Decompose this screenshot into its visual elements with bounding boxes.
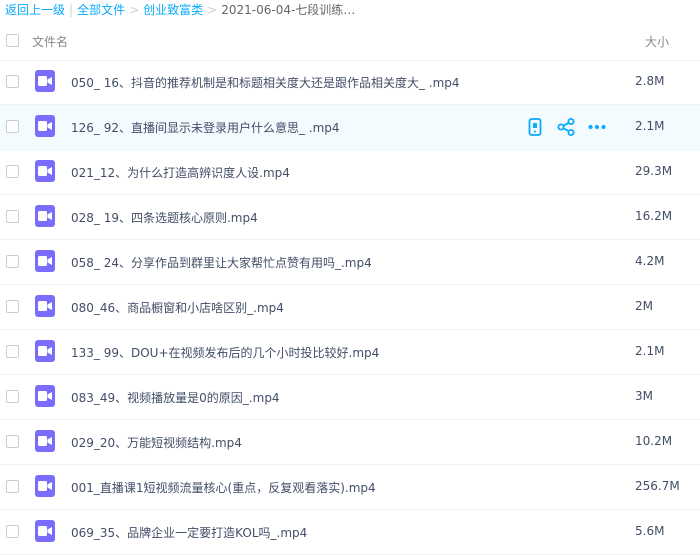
- file-row[interactable]: 133_ 99、DOU+在视频发布后的几个小时投比较好.mp4 2.1M: [0, 330, 700, 375]
- file-row[interactable]: 050_ 16、抖音的推荐机制是和标题相关度大还是跟作品相关度大_ .mp4 2.…: [0, 60, 700, 105]
- file-name[interactable]: 029_20、万能短视频结构.mp4: [71, 434, 242, 451]
- file-name[interactable]: 050_ 16、抖音的推荐机制是和标题相关度大还是跟作品相关度大_ .mp4: [71, 74, 460, 91]
- file-row[interactable]: 021_12、为什么打造高辨识度人设.mp4 29.3M: [0, 150, 700, 195]
- share-icon[interactable]: [556, 117, 576, 137]
- breadcrumb-divider: |: [69, 3, 74, 17]
- select-all-checkbox[interactable]: [6, 34, 19, 47]
- file-name[interactable]: 028_ 19、四条选题核心原则.mp4: [71, 209, 258, 226]
- video-icon: [35, 205, 55, 227]
- file-size: 256.7M: [635, 479, 680, 493]
- back-link[interactable]: 返回上一级: [5, 3, 65, 17]
- file-name[interactable]: 133_ 99、DOU+在视频发布后的几个小时投比较好.mp4: [71, 344, 379, 361]
- file-size: 2.8M: [635, 74, 665, 88]
- video-icon: [35, 385, 55, 407]
- file-row[interactable]: 029_20、万能短视频结构.mp4 10.2M: [0, 420, 700, 465]
- video-icon: [35, 295, 55, 317]
- video-icon: [35, 160, 55, 182]
- file-list: 050_ 16、抖音的推荐机制是和标题相关度大还是跟作品相关度大_ .mp4 2.…: [0, 60, 700, 555]
- row-checkbox[interactable]: [6, 390, 19, 403]
- video-icon: [35, 70, 55, 92]
- column-header-name[interactable]: 文件名: [32, 33, 68, 50]
- row-checkbox[interactable]: [6, 435, 19, 448]
- file-row[interactable]: 069_35、品牌企业一定要打造KOL吗_.mp4 5.6M: [0, 510, 700, 555]
- breadcrumb-chevron: >: [207, 3, 218, 17]
- phone-icon[interactable]: [525, 117, 545, 137]
- file-name[interactable]: 069_35、品牌企业一定要打造KOL吗_.mp4: [71, 524, 307, 541]
- row-checkbox[interactable]: [6, 165, 19, 178]
- row-checkbox[interactable]: [6, 75, 19, 88]
- video-icon: [35, 520, 55, 542]
- file-size: 10.2M: [635, 434, 673, 448]
- video-icon: [35, 340, 55, 362]
- row-checkbox[interactable]: [6, 345, 19, 358]
- file-size: 16.2M: [635, 209, 673, 223]
- row-checkbox[interactable]: [6, 210, 19, 223]
- file-name[interactable]: 126_ 92、直播间显示未登录用户什么意思_ .mp4: [71, 119, 340, 136]
- file-name[interactable]: 058_ 24、分享作品到群里让大家帮忙点赞有用吗_.mp4: [71, 254, 372, 271]
- file-row[interactable]: 126_ 92、直播间显示未登录用户什么意思_ .mp4 2.1M: [0, 105, 700, 150]
- video-icon: [35, 250, 55, 272]
- row-checkbox[interactable]: [6, 255, 19, 268]
- video-icon: [35, 115, 55, 137]
- file-size: 2.1M: [635, 119, 665, 133]
- more-icon[interactable]: [587, 117, 607, 137]
- row-checkbox[interactable]: [6, 300, 19, 313]
- row-checkbox[interactable]: [6, 480, 19, 493]
- file-row[interactable]: 083_49、视频播放量是0的原因_.mp4 3M: [0, 375, 700, 420]
- file-list-header: 文件名 大小: [0, 22, 700, 61]
- file-size: 3M: [635, 389, 653, 403]
- file-name[interactable]: 083_49、视频播放量是0的原因_.mp4: [71, 389, 280, 406]
- file-row[interactable]: 080_46、商品橱窗和小店啥区别_.mp4 2M: [0, 285, 700, 330]
- file-size: 2M: [635, 299, 653, 313]
- file-name[interactable]: 001_直播课1短视频流量核心(重点，反复观看落实).mp4: [71, 479, 376, 496]
- file-size: 4.2M: [635, 254, 665, 268]
- row-checkbox[interactable]: [6, 525, 19, 538]
- file-name[interactable]: 080_46、商品橱窗和小店啥区别_.mp4: [71, 299, 284, 316]
- row-checkbox[interactable]: [6, 120, 19, 133]
- breadcrumb-chevron: >: [129, 3, 140, 17]
- file-row[interactable]: 028_ 19、四条选题核心原则.mp4 16.2M: [0, 195, 700, 240]
- file-size: 5.6M: [635, 524, 665, 538]
- column-header-size[interactable]: 大小: [645, 33, 669, 50]
- file-name[interactable]: 021_12、为什么打造高辨识度人设.mp4: [71, 164, 290, 181]
- file-row[interactable]: 058_ 24、分享作品到群里让大家帮忙点赞有用吗_.mp4 4.2M: [0, 240, 700, 285]
- all-files-link[interactable]: 全部文件: [77, 3, 125, 17]
- current-folder: 2021-06-04-七段训练…: [221, 3, 356, 17]
- video-icon: [35, 430, 55, 452]
- file-size: 2.1M: [635, 344, 665, 358]
- file-row[interactable]: 001_直播课1短视频流量核心(重点，反复观看落实).mp4 256.7M: [0, 465, 700, 510]
- folder-link[interactable]: 创业致富类: [143, 3, 203, 17]
- breadcrumb: 返回上一级 | 全部文件 > 创业致富类 >2021-06-04-七段训练…: [5, 0, 355, 20]
- video-icon: [35, 475, 55, 497]
- file-size: 29.3M: [635, 164, 673, 178]
